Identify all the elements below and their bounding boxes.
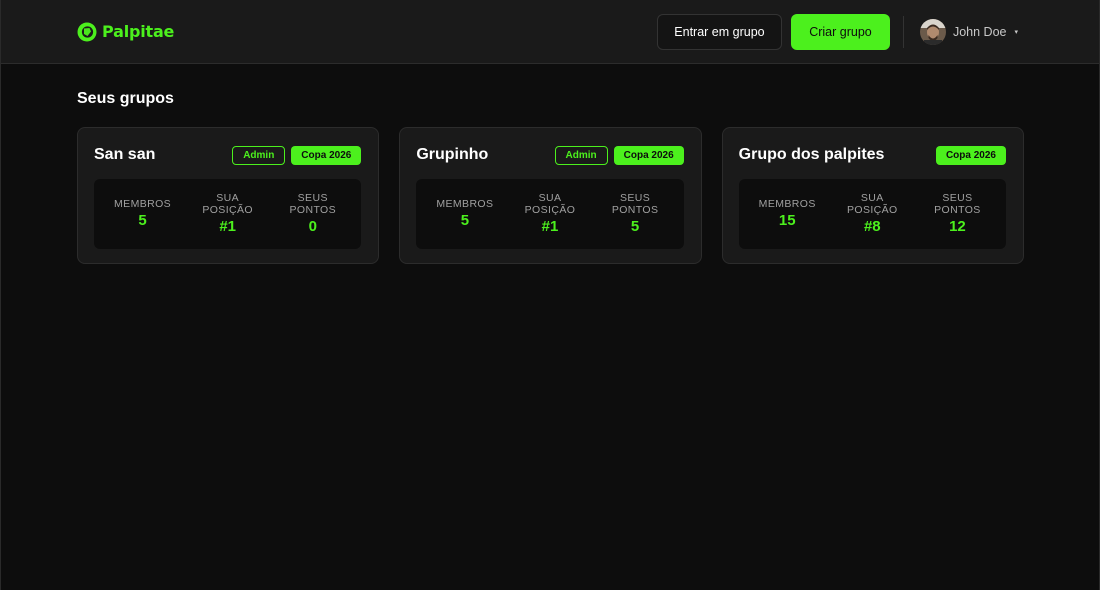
group-list: San san Admin Copa 2026 MEMBROS 5 SUA PO… <box>77 127 1024 264</box>
stat-members: MEMBROS 5 <box>422 197 507 230</box>
stat-label: SUA POSIÇÃO <box>524 192 576 216</box>
stat-points: SEUS PONTOS 5 <box>593 192 678 235</box>
tournament-badge: Copa 2026 <box>935 145 1006 165</box>
stat-label: SUA POSIÇÃO <box>846 192 898 216</box>
stat-points: SEUS PONTOS 12 <box>915 192 1000 235</box>
stat-value: 0 <box>308 218 317 235</box>
group-stats: MEMBROS 5 SUA POSIÇÃO #1 SEUS PONTOS 5 <box>416 179 684 249</box>
group-name: Grupo dos palpites <box>738 146 885 163</box>
stat-position: SUA POSIÇÃO #8 <box>830 192 915 235</box>
stat-label: SUA POSIÇÃO <box>202 192 253 216</box>
stat-label: MEMBROS <box>436 197 494 210</box>
stat-value: 12 <box>949 218 966 235</box>
stat-value: 15 <box>778 212 796 230</box>
stat-members: MEMBROS 5 <box>100 197 185 230</box>
group-card-header: Grupinho Admin Copa 2026 <box>416 145 684 165</box>
stat-value: #8 <box>863 218 881 235</box>
stat-label: SEUS PONTOS <box>611 192 659 216</box>
user-menu[interactable]: John Doe ▾ <box>919 18 1018 45</box>
stat-label: MEMBROS <box>114 197 172 210</box>
admin-badge: Admin <box>232 145 286 165</box>
tournament-badge: Copa 2026 <box>291 145 362 165</box>
group-card-header: San san Admin Copa 2026 <box>94 145 362 165</box>
join-group-button[interactable]: Entrar em grupo <box>656 13 782 50</box>
page-title: Seus grupos <box>77 90 174 107</box>
main-content: Seus grupos San san Admin Copa 2026 MEMB… <box>1 64 1099 264</box>
group-card[interactable]: Grupo dos palpites Copa 2026 MEMBROS 15 … <box>721 127 1024 264</box>
palpitae-logo-icon <box>77 22 97 41</box>
stat-points: SEUS PONTOS 0 <box>270 192 355 235</box>
tournament-badge: Copa 2026 <box>613 145 684 165</box>
user-avatar <box>919 18 946 45</box>
group-name: San san <box>94 146 156 163</box>
group-card[interactable]: San san Admin Copa 2026 MEMBROS 5 SUA PO… <box>77 127 380 264</box>
brand-logo[interactable]: Palpitae <box>77 22 174 42</box>
stat-label: MEMBROS <box>758 197 816 210</box>
user-name: John Doe <box>952 24 1007 39</box>
group-name: Grupinho <box>416 146 489 163</box>
stat-position: SUA POSIÇÃO #1 <box>185 192 270 235</box>
stat-value: 5 <box>630 218 640 235</box>
stat-label: SEUS PONTOS <box>934 192 981 216</box>
stat-value: 5 <box>460 212 470 230</box>
header-divider <box>902 15 904 48</box>
stat-label: SEUS PONTOS <box>289 192 337 216</box>
chevron-down-icon: ▾ <box>1014 28 1018 36</box>
group-stats: MEMBROS 5 SUA POSIÇÃO #1 SEUS PONTOS 0 <box>94 179 362 249</box>
group-card-header: Grupo dos palpites Copa 2026 <box>739 145 1006 165</box>
admin-badge: Admin <box>554 145 608 165</box>
create-group-button[interactable]: Criar grupo <box>790 13 890 50</box>
group-card[interactable]: Grupinho Admin Copa 2026 MEMBROS 5 SUA P… <box>399 127 702 264</box>
stat-value: 5 <box>138 212 147 230</box>
stat-value: #1 <box>219 218 236 235</box>
stat-position: SUA POSIÇÃO #1 <box>507 192 592 235</box>
stat-members: MEMBROS 15 <box>745 197 830 230</box>
stat-value: #1 <box>541 218 559 235</box>
app-frame: Palpitae Entrar em grupo Criar grupo Joh… <box>0 0 1100 590</box>
brand-name: Palpitae <box>102 22 175 41</box>
top-bar: Palpitae Entrar em grupo Criar grupo Joh… <box>1 0 1099 64</box>
group-stats: MEMBROS 15 SUA POSIÇÃO #8 SEUS PONTOS 12 <box>738 179 1006 249</box>
